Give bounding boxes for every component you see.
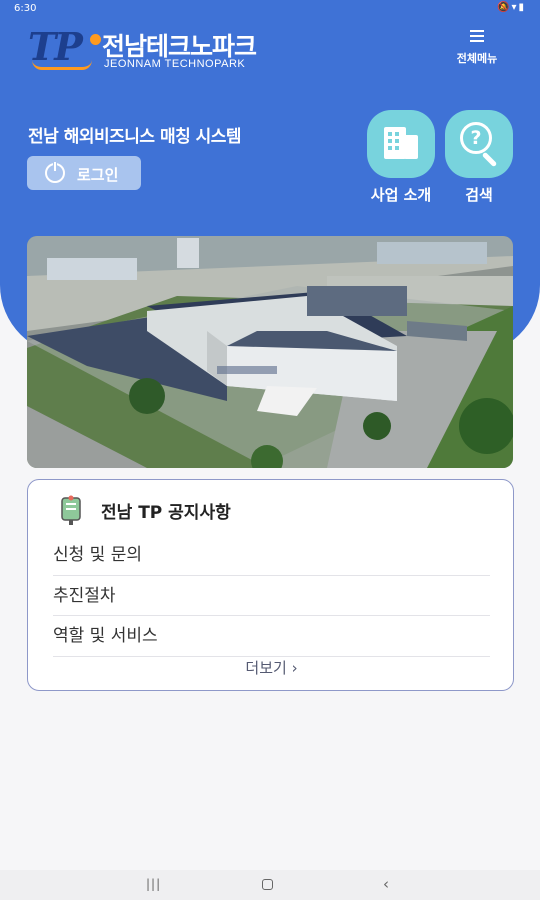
login-button[interactable]: 로그인 [27,156,141,190]
logo-tp-mark: TP [28,24,83,69]
notice-card: 전남 TP 공지사항 신청 및 문의 추진절차 역할 및 서비스 더보기 › [27,479,514,691]
full-menu-label: 전체메뉴 [456,52,498,65]
status-icons: 🔕▾▮ [497,2,526,13]
notice-item-procedure[interactable]: 추진절차 [53,576,490,616]
search-tile: ? [445,110,513,178]
notice-more-link[interactable]: 더보기 › [28,657,515,678]
notice-title: 전남 TP 공지사항 [101,503,231,523]
business-intro-label: 사업 소개 [370,186,432,204]
building-annex-icon [404,135,418,159]
notice-item-inquiry[interactable]: 신청 및 문의 [53,535,490,576]
recent-apps-icon[interactable]: ||| [146,877,161,891]
business-intro-tile [367,110,435,178]
search-question-icon: ? [460,122,492,154]
search-label: 검색 [465,186,493,204]
business-intro-button[interactable]: 사업 소개 [367,110,435,205]
notice-board-icon [58,494,84,526]
building-icon [384,127,406,159]
search-button[interactable]: ? 검색 [445,110,513,205]
logo-dot [90,34,101,45]
system-nav-bar: ||| ‹ [0,870,540,900]
search-handle [481,151,498,168]
notice-item-role-service[interactable]: 역할 및 서비스 [53,616,490,657]
jeonnam-technopark-logo[interactable]: TP 전남테크노파크 JEONNAM TECHNOPARK [28,24,288,76]
back-icon[interactable]: ‹ [383,875,389,893]
system-title: 전남 해외비즈니스 매칭 시스템 [28,127,242,147]
full-menu-button[interactable]: 전체메뉴 [446,30,508,72]
login-label: 로그인 [77,166,119,184]
status-bar: 6:30 🔕▾▮ [0,0,540,20]
home-icon[interactable] [262,879,273,890]
notice-list: 신청 및 문의 추진절차 역할 및 서비스 [53,535,490,657]
status-time: 6:30 [14,3,37,14]
hamburger-icon [470,30,484,42]
logo-english-text: JEONNAM TECHNOPARK [104,58,246,70]
power-icon [45,160,65,183]
technopark-aerial-photo [27,236,513,468]
